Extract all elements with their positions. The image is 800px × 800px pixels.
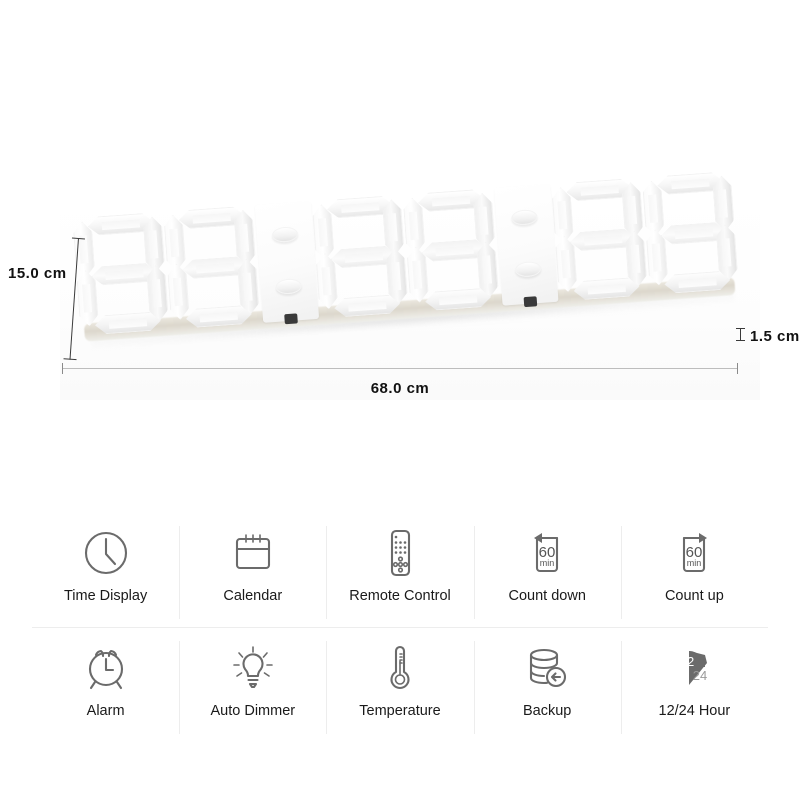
feature-cell-remote-control: Remote Control [326,512,473,627]
feature-grid: Time Display Calendar Remote Control 60 … [32,512,769,742]
seven-segment-digit [402,188,499,312]
thermometer-icon [373,637,427,699]
colon-dot-lower [514,260,542,278]
feature-label: Alarm [86,703,125,719]
feature-cell-12-24-hour: 12 24 12/24 Hour [620,627,769,742]
countup-timer-icon: 60 min [667,522,721,584]
depth-dimension-line [736,328,745,341]
database-backup-icon [520,637,574,699]
seven-segment-digit [551,178,648,302]
colon-separator [255,201,320,325]
pie-inner-label: 12 [680,654,694,669]
feature-cell-backup: Backup [473,627,622,742]
countdown-timer-icon: 60 min [520,522,574,584]
height-dimension-label: 15.0 cm [8,265,67,282]
feature-cell-temperature: Temperature [326,627,474,742]
colon-dot-upper [271,226,299,243]
colon-separator [494,183,559,308]
clock-icon [79,522,133,584]
colon-dot-upper [510,208,538,226]
feature-label: Backup [523,703,572,719]
depth-dimension-label: 1.5 cm [750,328,800,345]
clock-digit-row [72,171,740,350]
feature-label: Time Display [63,588,148,604]
colon-dot-lower [275,277,303,295]
feature-cell-time-display: Time Display [32,512,179,627]
feature-cell-calendar: Calendar [179,512,326,627]
countup-badge-unit: min [687,558,702,568]
width-dimension-label: 68.0 cm [370,380,430,397]
feature-label: Count down [508,588,586,604]
feature-label: Auto Dimmer [210,703,296,719]
light-bulb-icon [226,637,280,699]
product-feature-page: 15.0 cm 68.0 cm 1.5 cm Time Display Cale… [0,0,800,800]
product-photo-area: 15.0 cm 68.0 cm 1.5 cm [0,0,800,470]
feature-label: Calendar [223,588,283,604]
calendar-icon [226,522,280,584]
light-sensor [523,296,538,308]
feature-label: Temperature [359,703,441,719]
seven-segment-digit [642,171,739,295]
feature-cell-alarm: Alarm [32,627,180,742]
width-dimension-line [62,363,738,374]
pie-outer-label: 24 [693,668,707,683]
alarm-clock-icon [79,637,133,699]
seven-segment-digit [163,205,260,329]
countdown-badge-unit: min [540,558,555,568]
twelve-twentyfour-pie-icon: 12 24 [667,637,721,699]
feature-cell-count-down: 60 min Count down [473,512,621,627]
feature-label: Remote Control [349,588,451,604]
feature-label: 12/24 Hour [658,703,731,719]
seven-segment-digit [72,212,169,336]
seven-segment-digit [312,195,409,319]
feature-label: Count up [664,588,724,604]
light-sensor [284,313,298,325]
feature-cell-auto-dimmer: Auto Dimmer [179,627,327,742]
remote-control-icon [373,522,427,584]
feature-cell-count-up: 60 min Count up [620,512,768,627]
